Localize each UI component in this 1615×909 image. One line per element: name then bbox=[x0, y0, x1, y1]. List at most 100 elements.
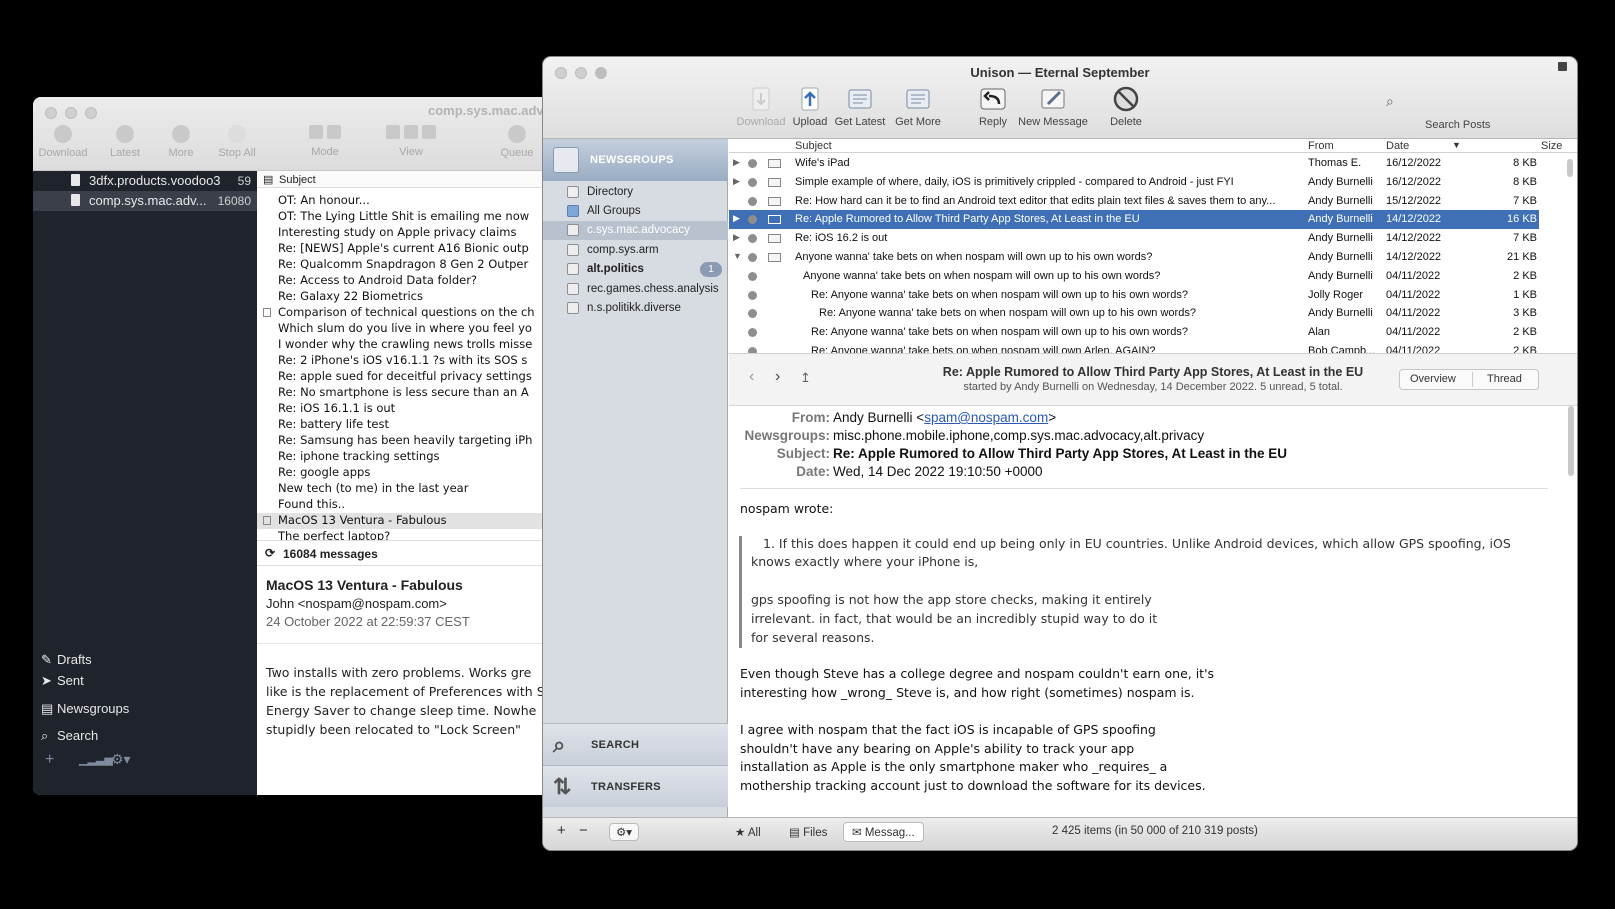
table-row[interactable]: ▶ Re: Apple Rumored to Allow Third Party … bbox=[729, 210, 1539, 230]
table-row[interactable]: ▶ Simple example of where, daily, iOS is … bbox=[729, 173, 1539, 192]
queue-button[interactable]: Queue bbox=[491, 125, 543, 159]
list-item[interactable]: OT: The Lying Little Shit is emailing me… bbox=[257, 209, 553, 225]
cell-from: Andy Burnelli bbox=[1308, 269, 1373, 282]
cell-from: Jolly Roger bbox=[1308, 288, 1364, 301]
sidebar-item-mac-advocacy[interactable]: c.sys.mac.advocacy bbox=[543, 221, 728, 240]
table-row[interactable]: Re: How hard can it be to find an Androi… bbox=[729, 192, 1539, 211]
add-icon[interactable]: + bbox=[557, 822, 566, 839]
list-item[interactable]: OT: An honour... bbox=[257, 193, 553, 209]
newsgroups-header[interactable]: NEWSGROUPS bbox=[543, 139, 728, 181]
list-item[interactable]: Which slum do you live in where you feel… bbox=[257, 321, 553, 337]
document-icon bbox=[71, 174, 80, 186]
stop-all-button[interactable]: Stop All bbox=[211, 125, 263, 159]
add-icon[interactable]: + bbox=[45, 751, 54, 769]
column-date[interactable]: Date bbox=[1386, 140, 1409, 152]
zoom-button[interactable] bbox=[85, 107, 97, 119]
filter-files-tab[interactable]: ▤ Files bbox=[789, 825, 827, 839]
cell-date: 16/12/2022 bbox=[1386, 175, 1442, 188]
nav-sent[interactable]: ➤ Sent bbox=[41, 673, 84, 689]
search-section-button[interactable]: ⌕ SEARCH bbox=[543, 723, 728, 765]
list-item[interactable]: Re: battery life test bbox=[257, 417, 553, 433]
column-from[interactable]: From bbox=[1308, 140, 1334, 152]
mode-control[interactable]: Mode bbox=[293, 125, 357, 158]
get-more-button[interactable]: Get More bbox=[890, 85, 946, 128]
nav-drafts[interactable]: ✎ Drafts bbox=[41, 652, 92, 668]
table-row[interactable]: ▶ Wife's iPad Thomas E. 16/12/2022 8 KB bbox=[729, 154, 1539, 173]
nav-search[interactable]: ⌕ Search bbox=[41, 728, 98, 744]
list-item[interactable]: Re: google apps bbox=[257, 465, 553, 481]
disclosure-triangle-icon[interactable]: ▼ bbox=[733, 251, 742, 261]
table-row[interactable]: Anyone wanna' take bets on when nospam w… bbox=[729, 267, 1539, 286]
list-item[interactable]: Re: Access to Android Data folder? bbox=[257, 273, 553, 289]
sidebar-item-alt-politics[interactable]: alt.politics 1 bbox=[543, 260, 728, 279]
list-item[interactable]: Re: apple sued for deceitful privacy set… bbox=[257, 369, 553, 385]
disclosure-triangle-icon[interactable]: ▶ bbox=[733, 157, 740, 168]
overview-tab[interactable]: Overview bbox=[1410, 373, 1456, 385]
sidebar-item-politikk[interactable]: n.s.politikk.diverse bbox=[543, 299, 728, 318]
minimize-button[interactable] bbox=[65, 107, 77, 119]
sidebar-item-chess[interactable]: rec.games.chess.analysis bbox=[543, 280, 728, 299]
download-button[interactable]: Download bbox=[37, 125, 89, 159]
sidebar-group-item-selected[interactable]: comp.sys.mac.adv... 16080 bbox=[33, 191, 257, 211]
table-row[interactable]: ▼ Anyone wanna' take bets on when nospam … bbox=[729, 248, 1539, 267]
cell-subject: Anyone wanna' take bets on when nospam w… bbox=[795, 251, 1153, 263]
list-item[interactable]: Re: [NEWS] Apple's current A16 Bionic ou… bbox=[257, 241, 553, 257]
envelope-icon bbox=[768, 177, 781, 187]
reply-button[interactable]: Reply bbox=[971, 85, 1015, 128]
delete-button[interactable]: Delete bbox=[1104, 85, 1148, 128]
list-item[interactable]: Re: iOS 16.1.1 is out bbox=[257, 401, 553, 417]
sidebar-item-all-groups[interactable]: All Groups bbox=[543, 202, 728, 221]
list-item[interactable]: Comparison of technical questions on the… bbox=[257, 305, 553, 321]
magnifier-icon: ⌕ bbox=[553, 732, 566, 757]
sidebar-item-sys-arm[interactable]: comp.sys.arm bbox=[543, 241, 728, 260]
close-button[interactable] bbox=[45, 107, 57, 119]
download-icon bbox=[752, 87, 770, 111]
list-item[interactable]: I wonder why the crawling news trolls mi… bbox=[257, 337, 553, 353]
gear-menu-button[interactable]: ⚙▾ bbox=[609, 823, 640, 841]
column-subject[interactable]: Subject bbox=[795, 140, 832, 152]
gear-icon[interactable]: ⚙▾ bbox=[111, 751, 131, 768]
email-link[interactable]: spam@nospam.com bbox=[924, 410, 1048, 425]
disclosure-triangle-icon[interactable]: ▶ bbox=[733, 232, 740, 243]
detail-scrollbar[interactable] bbox=[1568, 406, 1574, 476]
list-item[interactable]: Found this.. bbox=[257, 497, 553, 513]
upload-button[interactable]: Upload bbox=[787, 85, 833, 128]
subject-column-header[interactable]: ▤ Subject bbox=[257, 171, 553, 188]
list-item[interactable]: New tech (to me) in the last year bbox=[257, 481, 553, 497]
list-item[interactable]: Re: 2 iPhone's iOS v16.1.1 ?s with its S… bbox=[257, 353, 553, 369]
column-size[interactable]: Size bbox=[1541, 140, 1562, 152]
envelope-icon bbox=[768, 234, 781, 244]
nav-newsgroups[interactable]: ▤ Newsgroups bbox=[41, 701, 129, 717]
list-item[interactable]: Interesting study on Apple privacy claim… bbox=[257, 225, 553, 241]
body-line: Even though Steve has a college degree a… bbox=[740, 666, 1215, 681]
more-button[interactable]: More bbox=[155, 125, 207, 159]
table-row[interactable]: Re: Anyone wanna' take bets on when nosp… bbox=[729, 286, 1539, 305]
remove-icon[interactable]: − bbox=[579, 822, 588, 839]
cell-subject: Anyone wanna' take bets on when nospam w… bbox=[803, 269, 1161, 282]
disclosure-triangle-icon[interactable]: ▶ bbox=[733, 213, 740, 224]
table-row[interactable]: Re: Anyone wanna' take bets on when nosp… bbox=[729, 304, 1539, 323]
list-item[interactable]: MacOS 13 Ventura - Fabulous bbox=[257, 513, 553, 529]
thread-tab[interactable]: Thread bbox=[1487, 373, 1522, 385]
filter-messages-tab[interactable]: ✉ Messag... bbox=[843, 822, 924, 842]
sidebar-group-item[interactable]: 3dfx.products.voodoo3 59 bbox=[33, 171, 257, 191]
sidebar-item-directory[interactable]: Directory bbox=[543, 183, 728, 202]
list-item[interactable]: Re: No smartphone is less secure than an… bbox=[257, 385, 553, 401]
new-message-button[interactable]: New Message bbox=[1017, 85, 1089, 128]
list-item[interactable]: Re: Samsung has been heavily targeting i… bbox=[257, 433, 553, 449]
table-row[interactable]: ▶ Re: iOS 16.2 is out Andy Burnelli 14/12/2… bbox=[729, 229, 1539, 248]
table-row[interactable]: Re: Anyone wanna' take bets on when nosp… bbox=[729, 323, 1539, 342]
latest-button[interactable]: Latest bbox=[99, 125, 151, 159]
get-latest-button[interactable]: Get Latest bbox=[830, 85, 890, 128]
filter-all-tab[interactable]: ★ All bbox=[735, 825, 761, 839]
list-scrollbar[interactable] bbox=[1567, 159, 1573, 177]
refresh-icon[interactable]: ⟳ bbox=[265, 546, 275, 560]
search-icon[interactable]: ⌕ bbox=[1386, 93, 1394, 110]
list-item[interactable]: Re: iphone tracking settings bbox=[257, 449, 553, 465]
transfers-section-button[interactable]: ⇅ TRANSFERS bbox=[543, 765, 728, 807]
download-button[interactable]: Download bbox=[733, 85, 789, 128]
list-item[interactable]: Re: Galaxy 22 Biometrics bbox=[257, 289, 553, 305]
view-control[interactable]: View bbox=[371, 125, 451, 158]
disclosure-triangle-icon[interactable]: ▶ bbox=[733, 176, 740, 187]
list-item[interactable]: Re: Qualcomm Snapdragon 8 Gen 2 Outper bbox=[257, 257, 553, 273]
